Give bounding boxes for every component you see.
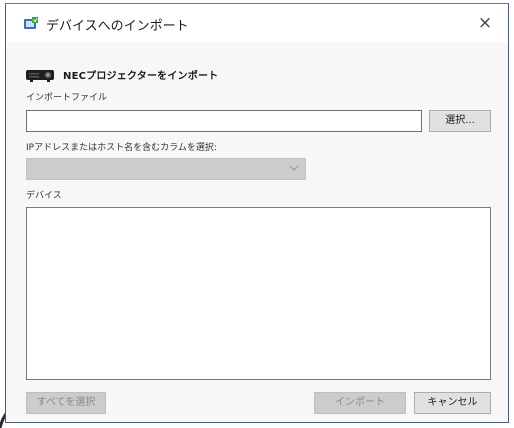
projector-icon — [26, 70, 54, 82]
cancel-button[interactable]: キャンセル — [414, 392, 491, 414]
close-button[interactable]: × — [470, 10, 500, 36]
chevron-down-icon — [289, 165, 299, 171]
browse-button[interactable]: 選択... — [429, 110, 491, 132]
import-file-input[interactable] — [26, 110, 422, 132]
select-all-button[interactable]: すべてを選択 — [26, 392, 106, 414]
import-dialog: デバイスへのインポート × NECプロジェクターをインポート インポートファイル… — [5, 3, 509, 423]
devices-label: デバイス — [26, 191, 62, 201]
dialog-heading: NECプロジェクターをインポート — [63, 71, 219, 82]
ip-column-select[interactable] — [26, 158, 306, 180]
title-bar[interactable]: デバイスへのインポート × — [6, 4, 508, 42]
dialog-title: デバイスへのインポート — [46, 19, 189, 34]
import-button[interactable]: インポート — [314, 392, 406, 414]
device-list[interactable] — [26, 207, 491, 380]
import-device-icon — [24, 17, 38, 29]
import-file-label: インポートファイル — [26, 93, 108, 103]
ip-column-label: IPアドレスまたはホスト名を含むカラムを選択: — [26, 143, 217, 153]
screen: デバイスへのインポート × NECプロジェクターをインポート インポートファイル… — [0, 0, 514, 428]
